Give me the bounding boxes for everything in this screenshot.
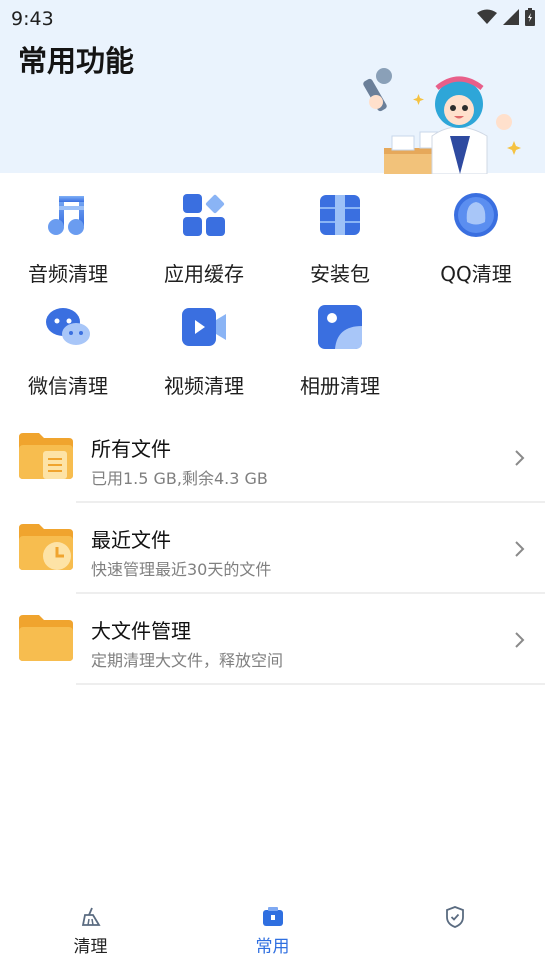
chevron-right-icon — [515, 450, 525, 466]
tool-wechat-clean[interactable]: 微信清理 — [0, 300, 136, 400]
package-icon — [320, 195, 360, 235]
row-divider — [76, 592, 545, 594]
signal-icon — [503, 9, 519, 25]
toolbox-icon — [263, 907, 283, 926]
tool-label: 音频清理 — [28, 262, 108, 286]
wifi-icon — [477, 9, 497, 24]
tool-label: 微信清理 — [28, 374, 108, 398]
file-row-all-files[interactable]: 所有文件 已用1.5 GB,剩余4.3 GB — [0, 413, 545, 503]
tool-qq-clean[interactable]: QQ清理 — [408, 188, 544, 288]
shield-icon — [446, 906, 464, 928]
tool-package[interactable]: 安装包 — [272, 188, 408, 288]
tool-album-clean[interactable]: 相册清理 — [272, 300, 408, 400]
row-divider — [76, 683, 545, 685]
file-row-title: 最近文件 — [91, 528, 171, 552]
file-row-title: 所有文件 — [91, 437, 171, 461]
status-icons — [477, 8, 535, 26]
bottom-tab-bar: 清理 常用 — [0, 895, 545, 968]
tool-video-clean[interactable]: 视频清理 — [136, 300, 272, 400]
mascot-illustration — [363, 68, 521, 174]
tool-label: 应用缓存 — [164, 262, 244, 286]
chevron-right-icon — [515, 632, 525, 648]
tab-clean[interactable]: 清理 — [0, 895, 181, 968]
tool-audio-clean[interactable]: 音频清理 — [0, 188, 136, 288]
tab-common[interactable]: 常用 — [182, 895, 363, 968]
file-row-title: 大文件管理 — [91, 619, 191, 643]
tab-label: 清理 — [73, 937, 108, 957]
battery-icon — [525, 8, 535, 26]
photo-album-icon — [318, 305, 362, 349]
tool-label: 视频清理 — [164, 374, 244, 398]
tool-app-cache[interactable]: 应用缓存 — [136, 188, 272, 288]
tab-label: 常用 — [255, 937, 290, 957]
tool-label: 相册清理 — [300, 374, 380, 398]
video-camera-icon — [182, 308, 226, 346]
qq-penguin-icon — [454, 193, 498, 237]
header-banner: 9:43 常用功能 — [0, 0, 545, 174]
folder-icon — [19, 615, 73, 661]
wechat-icon — [46, 308, 90, 345]
status-time: 9:43 — [11, 8, 54, 30]
chevron-right-icon — [515, 541, 525, 557]
file-row-recent-files[interactable]: 最近文件 快速管理最近30天的文件 — [0, 504, 545, 594]
tool-label: QQ清理 — [440, 262, 512, 286]
tab-protect[interactable] — [364, 895, 545, 968]
tool-label: 安装包 — [310, 262, 370, 286]
row-divider — [76, 501, 545, 503]
folder-document-icon — [19, 433, 73, 479]
status-bar: 9:43 — [0, 0, 545, 36]
app-grid-icon — [183, 194, 225, 236]
file-row-subtitle: 已用1.5 GB,剩余4.3 GB — [91, 469, 268, 488]
file-row-large-files[interactable]: 大文件管理 定期清理大文件，释放空间 — [0, 595, 545, 685]
broom-icon — [81, 907, 101, 926]
music-note-icon — [48, 196, 84, 235]
page-title: 常用功能 — [18, 44, 135, 78]
file-row-subtitle: 快速管理最近30天的文件 — [91, 560, 272, 579]
file-row-subtitle: 定期清理大文件，释放空间 — [91, 651, 284, 670]
folder-clock-icon — [19, 524, 73, 570]
